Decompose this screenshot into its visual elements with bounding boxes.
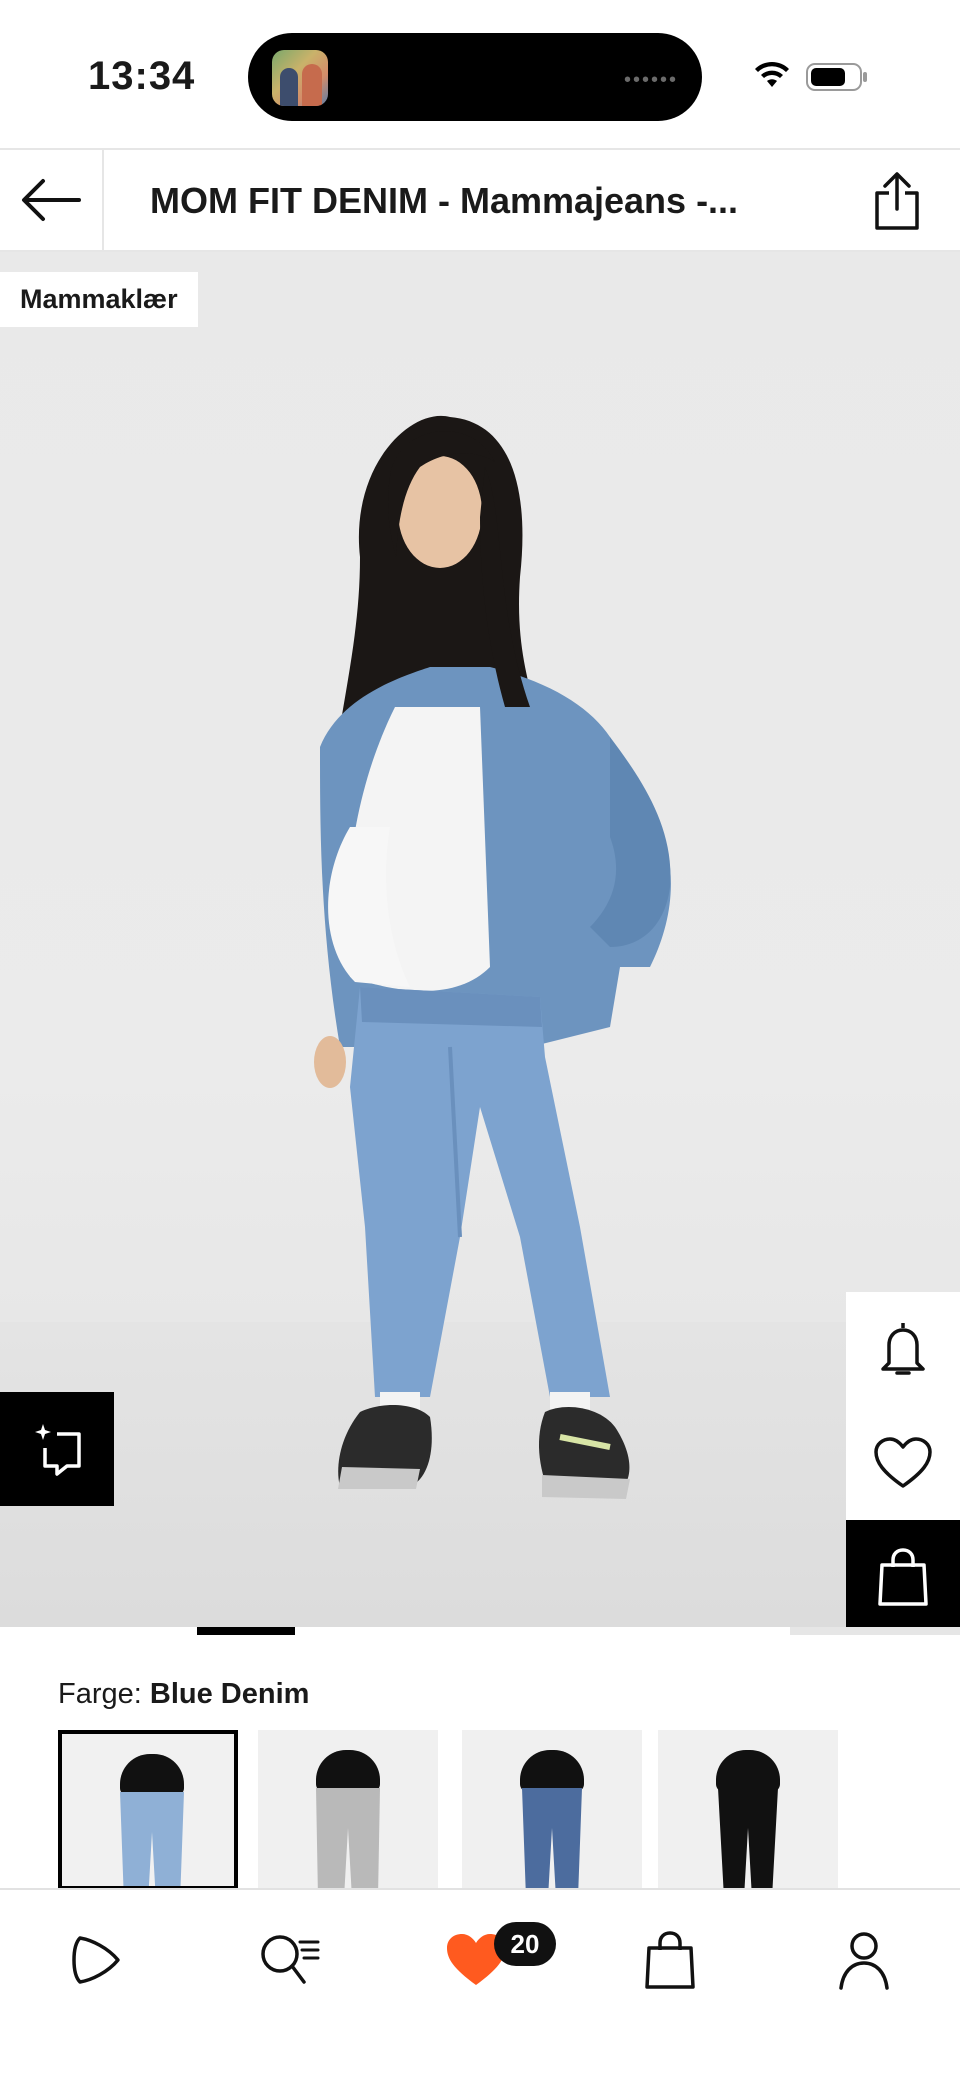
search-icon (261, 1935, 320, 1984)
carousel-rail (790, 1627, 960, 1635)
model-photo (314, 415, 671, 1499)
heart-icon (874, 1437, 932, 1488)
carousel-indicator-active[interactable] (197, 1627, 295, 1635)
leggings-thumbnail (718, 1788, 778, 1890)
add-to-bag-button[interactable] (846, 1520, 960, 1634)
color-label-prefix: Farge: (58, 1678, 142, 1710)
jeans-thumbnail (316, 1788, 380, 1890)
wishlist-count-badge: 20 (494, 1922, 556, 1966)
back-button[interactable] (0, 150, 104, 250)
nav-search[interactable] (250, 1920, 330, 2000)
swatch-black[interactable] (658, 1730, 838, 1890)
now-playing-thumbnail (272, 50, 328, 106)
product-header: MOM FIT DENIM - Mammajeans -... (0, 148, 960, 252)
audio-waveform-icon: •••••• (623, 69, 678, 91)
status-bar: 13:34 •••••• (0, 0, 960, 148)
selected-color-name: Blue Denim (149, 1678, 310, 1710)
share-button[interactable] (862, 168, 932, 234)
share-icon (875, 172, 919, 230)
color-label: Farge: Blue Denim (58, 1678, 309, 1711)
color-swatches (58, 1730, 960, 1890)
dynamic-island[interactable]: •••••• (248, 33, 702, 121)
jeans-thumbnail (120, 1792, 184, 1886)
swatch-dark-denim[interactable] (462, 1730, 642, 1890)
shopping-bag-icon (878, 1548, 928, 1606)
side-action-column (846, 1292, 960, 1634)
nav-bag[interactable] (630, 1920, 710, 2000)
status-time: 13:34 (88, 54, 196, 98)
jeans-thumbnail (522, 1788, 582, 1890)
category-badge: Mammaklær (0, 272, 198, 327)
product-image[interactable]: Mammaklær (0, 252, 960, 1627)
sparkle-frame-icon (35, 1424, 81, 1476)
wishlist-button[interactable] (846, 1406, 960, 1520)
user-icon (839, 1932, 889, 1990)
virtual-try-on-button[interactable] (0, 1392, 114, 1506)
battery-icon (806, 63, 867, 91)
swatch-grey-denim[interactable] (258, 1730, 438, 1890)
nav-play[interactable] (56, 1920, 136, 2000)
wifi-icon (755, 61, 789, 87)
bottom-navigation: 20 (0, 1888, 960, 2087)
swatch-blue-denim[interactable] (58, 1730, 238, 1890)
nav-profile[interactable] (824, 1920, 904, 2000)
shopping-bag-icon (645, 1931, 695, 1989)
page-title: MOM FIT DENIM - Mammajeans -... (150, 180, 739, 221)
bell-icon (881, 1323, 925, 1375)
notify-button[interactable] (846, 1292, 960, 1406)
play-icon (72, 1936, 120, 1984)
arrow-left-icon (22, 179, 81, 221)
